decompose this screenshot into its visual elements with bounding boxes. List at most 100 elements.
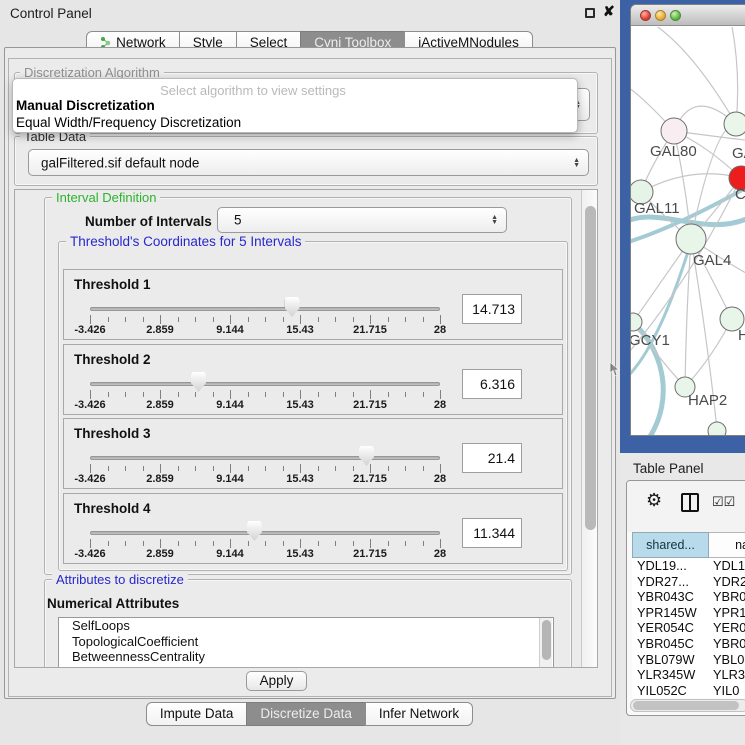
number-of-intervals-label: Number of Intervals [85, 214, 212, 229]
dropdown-item-equal-width-frequency[interactable]: Equal Width/Frequency Discretization [16, 115, 241, 130]
slider-track[interactable] [90, 382, 440, 386]
node-label: GA [732, 145, 745, 162]
table-row[interactable]: YBR045CYBR0 [632, 636, 745, 652]
control-panel: Control Panel ✘ NetworkStyleSelectCyni T… [0, 0, 620, 745]
attribute-list-item[interactable]: SelfLoops [59, 618, 553, 634]
table-row[interactable]: YIL052CYIL0 [632, 683, 745, 698]
table-row[interactable]: YDR27...YDR2 [632, 574, 745, 590]
slider-track[interactable] [90, 456, 440, 460]
threshold-panel: Threshold 2 -3.4262.8599.14415.4321.7152… [63, 344, 563, 415]
table-data-selected-value: galFiltered.sif default node [41, 155, 199, 170]
tick-label: 2.859 [146, 399, 174, 411]
window-close-button[interactable] [640, 10, 651, 21]
number-of-intervals-select[interactable]: 5 ▲▼ [217, 207, 507, 233]
network-view-window: GAL80GACGAL11GAL4GCY1HHAP2 [630, 4, 745, 436]
node-label: C [735, 186, 745, 203]
slider-tick-labels: -3.4262.8599.14415.4321.71528 [90, 473, 440, 487]
slider-track[interactable] [90, 307, 440, 311]
table-data-select[interactable]: galFiltered.sif default node ▲▼ [28, 149, 589, 176]
threshold-slider[interactable]: -3.4262.8599.14415.4321.71528 [64, 419, 504, 490]
table-settings-gear-icon[interactable]: ⚙ [646, 490, 662, 511]
threshold-value-field[interactable]: 21.4 [462, 443, 522, 473]
tab-label: Infer Network [379, 706, 459, 721]
tick-label: 2.859 [146, 324, 174, 336]
threshold-value-field[interactable]: 11.344 [462, 518, 522, 548]
threshold-panel: Threshold 3 -3.4262.8599.14415.4321.7152… [63, 418, 563, 489]
threshold-slider[interactable]: -3.4262.8599.14415.4321.71528 [64, 494, 504, 565]
cell-shared-name: YDR27... [632, 574, 713, 590]
number-of-intervals-value: 5 [234, 213, 242, 228]
table-panel: Table Panel ⚙ ☑☑ shared... na YDL19...YD… [620, 453, 745, 745]
window-minimize-button[interactable] [655, 10, 666, 21]
tick-label: -3.426 [74, 473, 105, 485]
dropdown-placeholder: Select algorithm to view settings [13, 83, 493, 98]
threshold-value-field[interactable]: 14.713 [462, 294, 522, 324]
numerical-attributes-list: SelfLoopsTopologicalCoefficientBetweenne… [58, 617, 554, 668]
tick-label: 9.144 [216, 399, 244, 411]
tick-label: -3.426 [74, 399, 105, 411]
slider-thumb[interactable] [247, 521, 262, 541]
network-node-gal80[interactable] [661, 118, 687, 144]
slider-thumb[interactable] [359, 446, 374, 466]
cell-name: YDR2 [713, 574, 745, 590]
threshold-slider[interactable]: -3.4262.8599.14415.4321.71528 [64, 270, 504, 341]
tick-label: 15.43 [286, 399, 314, 411]
float-panel-icon[interactable] [585, 8, 595, 18]
cell-name: YPR1 [713, 605, 745, 621]
tick-label: 21.715 [353, 548, 387, 560]
slider-tick-labels: -3.4262.8599.14415.4321.71528 [90, 548, 440, 562]
tick-label: 28 [434, 473, 446, 485]
tab-discretize-data[interactable]: Discretize Data [246, 702, 366, 726]
scrollbar-thumb[interactable] [633, 701, 739, 710]
network-node-gal4[interactable] [676, 224, 706, 254]
cell-name: YDL1 [713, 558, 745, 574]
table-rows: YDL19...YDL1YDR27...YDR2YBR043CYBR0YPR14… [632, 558, 745, 698]
slider-tick-labels: -3.4262.8599.14415.4321.71528 [90, 399, 440, 413]
settings-vertical-scrollbar[interactable] [581, 190, 598, 667]
slider-thumb[interactable] [191, 372, 206, 392]
tab-infer-network[interactable]: Infer Network [365, 702, 473, 726]
settings-scroll-area: Interval Definition Number of Intervals … [14, 189, 598, 668]
thresholds-group-title: Threshold's Coordinates for 5 Intervals [66, 234, 305, 249]
dropdown-item-manual-discretization[interactable]: Manual Discretization [16, 98, 155, 113]
window-zoom-button[interactable] [670, 10, 681, 21]
table-row[interactable]: YLR345WYLR3 [632, 667, 745, 683]
tick-label: 21.715 [353, 399, 387, 411]
column-header-name[interactable]: na [709, 532, 745, 558]
slider-track[interactable] [90, 531, 440, 535]
table-panel-title: Table Panel [633, 461, 704, 476]
tick-label: 9.144 [216, 324, 244, 336]
attribute-list-item[interactable]: BetweennessCentrality [59, 649, 553, 665]
tick-label: 21.715 [353, 473, 387, 485]
tick-label: 9.144 [216, 548, 244, 560]
threshold-value-field[interactable]: 6.316 [462, 369, 522, 399]
tab-label: Discretize Data [260, 706, 352, 721]
table-row[interactable]: YBL079WYBL0 [632, 652, 745, 668]
network-canvas[interactable]: GAL80GACGAL11GAL4GCY1HHAP2 [631, 27, 745, 436]
cell-name: YBR0 [713, 636, 745, 652]
attribute-list-item[interactable]: TopologicalCoefficient [59, 634, 553, 650]
tick-label: 21.715 [353, 324, 387, 336]
threshold-panel: Threshold 1 -3.4262.8599.14415.4321.7152… [63, 269, 563, 340]
tab-label: Impute Data [160, 706, 234, 721]
select-columns-icon[interactable]: ☑☑ [712, 494, 735, 510]
table-horizontal-scrollbar[interactable] [630, 699, 745, 712]
split-columns-icon[interactable] [681, 493, 699, 512]
bottom-tab-bar: Impute Data Discretize Data Infer Network [0, 702, 620, 726]
table-row[interactable]: YBR043CYBR0 [632, 589, 745, 605]
network-window-titlebar[interactable] [631, 5, 745, 26]
attributes-list-scrollbar[interactable] [539, 618, 552, 668]
network-node[interactable] [708, 422, 726, 436]
table-row[interactable]: YPR145WYPR1 [632, 605, 745, 621]
network-node-ga[interactable] [724, 112, 745, 136]
tab-impute-data[interactable]: Impute Data [146, 702, 248, 726]
cell-shared-name: YLR345W [632, 667, 713, 683]
cell-shared-name: YBL079W [632, 652, 713, 668]
slider-thumb[interactable] [285, 297, 300, 317]
table-row[interactable]: YER054CYER0 [632, 620, 745, 636]
threshold-slider[interactable]: -3.4262.8599.14415.4321.71528 [64, 345, 504, 416]
close-panel-icon[interactable]: ✘ [603, 3, 615, 20]
apply-button[interactable]: Apply [246, 671, 307, 691]
table-row[interactable]: YDL19...YDL1 [632, 558, 745, 574]
column-header-shared-name[interactable]: shared... [632, 532, 709, 558]
